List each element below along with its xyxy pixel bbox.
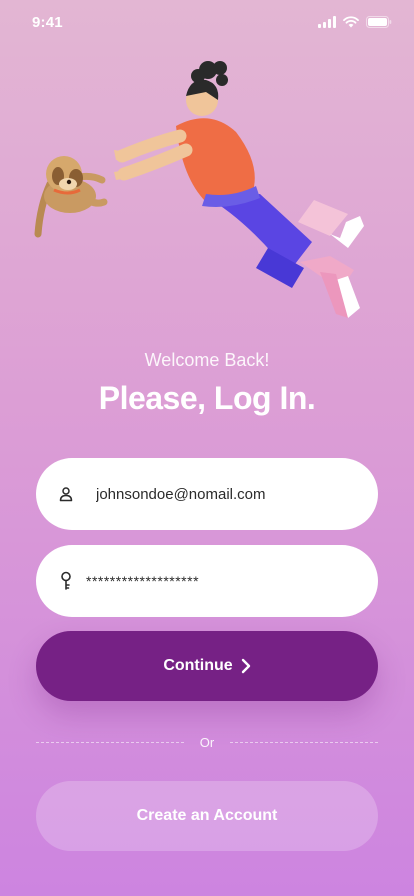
key-icon [56, 571, 76, 591]
battery-icon [366, 16, 392, 28]
chevron-right-icon [241, 658, 250, 674]
puppy-illustration [34, 156, 108, 238]
user-icon [56, 484, 76, 504]
illustration [34, 61, 364, 318]
create-account-label: Create an Account [136, 807, 278, 824]
email-input[interactable] [96, 485, 356, 503]
or-divider: Or [36, 732, 379, 752]
status-bar: 9:41 [0, 0, 414, 44]
status-time: 9:41 [32, 13, 63, 31]
email-field[interactable] [36, 458, 378, 530]
status-icons [318, 16, 392, 28]
divider-line [230, 741, 379, 743]
welcome-subtitle: Welcome Back! [144, 350, 270, 370]
signal-icon [318, 16, 336, 28]
wifi-icon [343, 16, 359, 28]
password-input[interactable] [86, 573, 346, 589]
create-account-button[interactable]: Create an Account [36, 781, 378, 851]
person-illustration [114, 61, 364, 318]
divider-line [36, 741, 184, 743]
divider-label: Or [199, 734, 215, 750]
continue-button[interactable]: Continue [36, 631, 378, 701]
continue-label: Continue [163, 657, 233, 674]
page-title: Please, Log In. [98, 380, 316, 416]
password-field[interactable] [36, 545, 378, 617]
